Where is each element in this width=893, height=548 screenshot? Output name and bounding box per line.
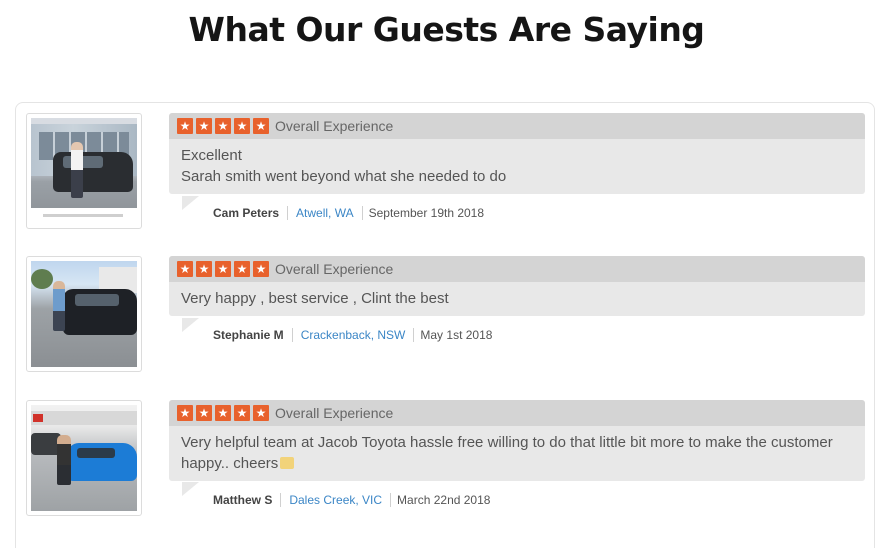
star-icon: ★ (215, 261, 231, 277)
star-icon: ★ (177, 261, 193, 277)
review-location-link[interactable]: Crackenback, NSW (291, 328, 414, 342)
review-date: September 19th 2018 (361, 206, 484, 220)
rating-label: Overall Experience (275, 261, 394, 277)
star-icon: ★ (215, 118, 231, 134)
customer-photo[interactable] (26, 256, 142, 372)
review-body: Excellent Sarah smith went beyond what s… (169, 139, 865, 194)
rating-label: Overall Experience (275, 405, 394, 421)
review-author: Cam Peters (213, 206, 280, 220)
rating-label: Overall Experience (275, 118, 394, 134)
review-bubble: ★ ★ ★ ★ ★ Overall Experience Very helpfu… (169, 400, 865, 507)
star-icon: ★ (234, 261, 250, 277)
star-icon: ★ (253, 405, 269, 421)
page-title: What Our Guests Are Saying (188, 10, 705, 49)
rating-bar: ★ ★ ★ ★ ★ Overall Experience (169, 113, 865, 139)
review-location-link[interactable]: Dales Creek, VIC (280, 493, 390, 507)
bubble-tail (182, 196, 199, 210)
star-icon: ★ (234, 405, 250, 421)
review-date: March 22nd 2018 (390, 493, 490, 507)
beer-emoji-icon (280, 457, 295, 469)
rating-bar: ★ ★ ★ ★ ★ Overall Experience (169, 256, 865, 282)
review-text: Very helpful team at Jacob Toyota hassle… (181, 434, 833, 472)
customer-photo[interactable] (26, 113, 142, 229)
review-bubble: ★ ★ ★ ★ ★ Overall Experience Very happy … (169, 256, 865, 342)
star-icon: ★ (253, 261, 269, 277)
review-meta: Cam Peters Atwell, WA September 19th 201… (213, 205, 484, 221)
bubble-tail (182, 318, 199, 332)
review-bubble: ★ ★ ★ ★ ★ Overall Experience Excellent S… (169, 113, 865, 220)
review-text: Very happy , best service , Clint the be… (181, 290, 449, 307)
review-body: Very helpful team at Jacob Toyota hassle… (169, 426, 865, 481)
review-location-link[interactable]: Atwell, WA (287, 206, 362, 220)
customer-photo-image (31, 118, 137, 224)
star-icon: ★ (196, 405, 212, 421)
star-icon: ★ (177, 405, 193, 421)
star-icon: ★ (196, 261, 212, 277)
review-title: Excellent (181, 147, 242, 164)
review-meta: Stephanie M Crackenback, NSW May 1st 201… (213, 327, 492, 343)
bubble-tail (182, 482, 199, 496)
review-author: Stephanie M (213, 328, 284, 342)
customer-photo[interactable] (26, 400, 142, 516)
review-body: Very happy , best service , Clint the be… (169, 282, 865, 316)
rating-bar: ★ ★ ★ ★ ★ Overall Experience (169, 400, 865, 426)
customer-photo-image (31, 261, 137, 367)
star-icon: ★ (196, 118, 212, 134)
star-icon: ★ (253, 118, 269, 134)
reviews-panel: ★ ★ ★ ★ ★ Overall Experience Excellent S… (15, 102, 875, 548)
review-author: Matthew S (213, 493, 273, 507)
review-date: May 1st 2018 (413, 328, 492, 342)
star-icon: ★ (177, 118, 193, 134)
review-meta: Matthew S Dales Creek, VIC March 22nd 20… (213, 492, 490, 508)
star-icon: ★ (215, 405, 231, 421)
review-text: Sarah smith went beyond what she needed … (181, 168, 507, 185)
customer-photo-image (31, 405, 137, 511)
star-icon: ★ (234, 118, 250, 134)
